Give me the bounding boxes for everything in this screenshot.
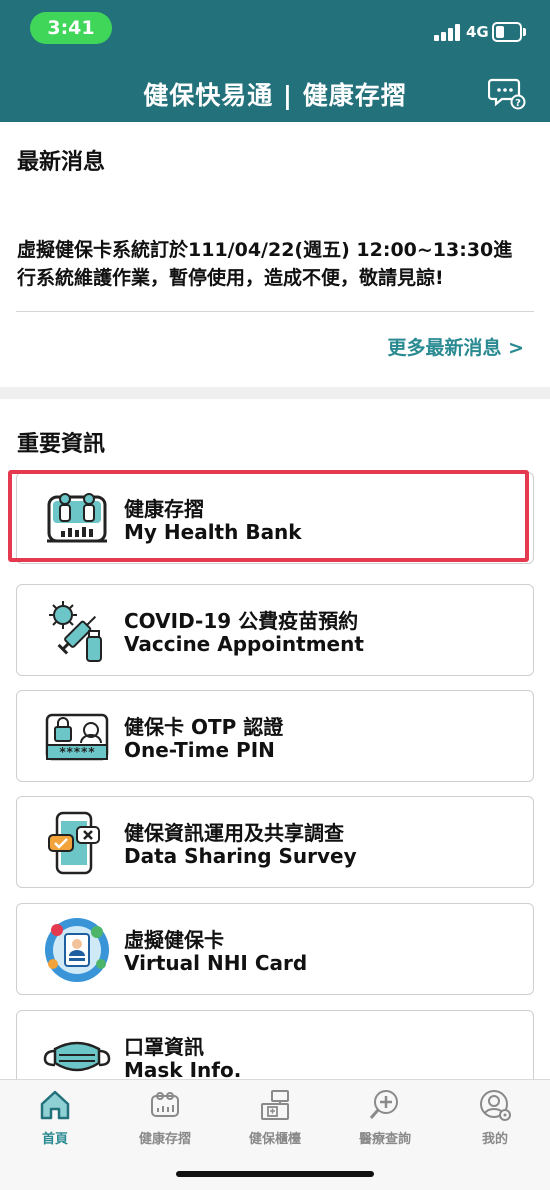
- counter-icon: [261, 1090, 289, 1120]
- news-message[interactable]: 虛擬健保卡系統訂於111/04/22(週五) 12:00~13:30進 行系統維…: [17, 236, 537, 292]
- card-title-zh: 健保卡 OTP 認證: [124, 715, 284, 739]
- card-data-sharing-survey[interactable]: 健保資訊運用及共享調查 Data Sharing Survey: [16, 796, 534, 888]
- network-type: 4G: [466, 23, 489, 41]
- battery-icon: [492, 22, 522, 42]
- card-virtual-nhi-card[interactable]: 虛擬健保卡 Virtual NHI Card: [16, 903, 534, 995]
- vaccine-icon: [49, 601, 102, 662]
- card-title-en: Vaccine Appointment: [124, 632, 364, 656]
- card-title-zh: 口罩資訊: [124, 1035, 204, 1059]
- tab-nhi-counter[interactable]: 健保櫃檯: [225, 1088, 325, 1148]
- news-line: 行系統維護作業，暫停使用，造成不便，敬請見諒!: [17, 267, 444, 289]
- home-indicator: [176, 1171, 374, 1177]
- card-vaccine-appointment[interactable]: COVID-19 公費疫苗預約 Vaccine Appointment: [16, 584, 534, 676]
- card-title-en: Virtual NHI Card: [124, 951, 308, 975]
- survey-phone-icon: [48, 811, 100, 875]
- news-title: 最新消息: [17, 150, 106, 175]
- virtual-card-icon: [45, 918, 109, 982]
- section-separator: [0, 387, 550, 399]
- card-title-en: Data Sharing Survey: [124, 844, 357, 868]
- tab-health-bank[interactable]: 健康存摺: [115, 1088, 215, 1148]
- tab-label: 醫療查詢: [358, 1132, 411, 1147]
- status-time: 3:41: [30, 12, 112, 44]
- news-line: 虛擬健保卡系統訂於111/04/22(週五) 12:00~13:30進: [17, 239, 513, 261]
- tab-medical-search[interactable]: 醫療查詢: [335, 1088, 435, 1148]
- medical-search-icon: [369, 1090, 398, 1119]
- svg-text:*****: *****: [59, 745, 95, 759]
- otp-card-icon: *****: [45, 713, 109, 761]
- app-header: 3:41 4G 健保快易通 | 健康存摺 ?: [0, 0, 550, 122]
- important-info-title: 重要資訊: [17, 432, 106, 457]
- svg-text:?: ?: [515, 98, 521, 109]
- tab-home[interactable]: 首頁: [5, 1088, 105, 1148]
- chat-icon[interactable]: ?: [488, 76, 526, 110]
- tab-label: 健保櫃檯: [248, 1132, 301, 1147]
- battery-cap: [523, 28, 526, 36]
- card-title-zh: COVID-19 公費疫苗預約: [124, 609, 359, 633]
- tab-label: 健康存摺: [138, 1132, 191, 1147]
- card-title-en: One-Time PIN: [124, 738, 275, 762]
- page-title: 健保快易通 | 健康存摺: [143, 81, 407, 110]
- card-title-zh: 健保資訊運用及共享調查: [124, 821, 344, 845]
- tab-profile[interactable]: 我的: [445, 1088, 545, 1148]
- tab-label: 首頁: [41, 1132, 68, 1147]
- cellular-signal-icon: [434, 23, 462, 41]
- health-bank-tab-icon: [151, 1092, 179, 1117]
- home-icon: [40, 1090, 70, 1120]
- tab-label: 我的: [481, 1132, 508, 1147]
- profile-icon: [480, 1090, 511, 1121]
- more-news-link[interactable]: 更多最新消息 >: [387, 333, 524, 360]
- divider: [16, 311, 534, 312]
- card-title-zh: 虛擬健保卡: [124, 928, 224, 952]
- highlight-box: [8, 470, 529, 562]
- card-otp[interactable]: ***** 健保卡 OTP 認證 One-Time PIN: [16, 690, 534, 782]
